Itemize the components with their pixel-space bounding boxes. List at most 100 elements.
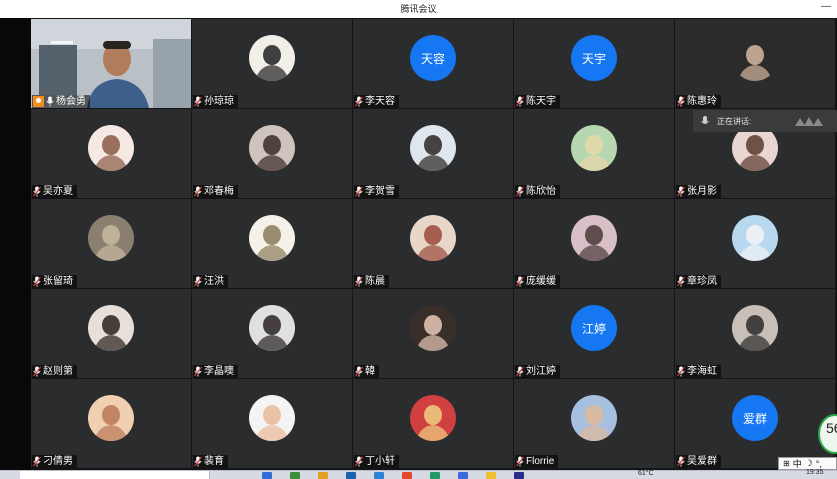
- participant-tile[interactable]: 天宇陈天宇: [514, 19, 674, 108]
- mic-muted-icon: [677, 276, 685, 287]
- avatar: 江婷: [571, 305, 617, 351]
- mic-muted-icon: [194, 276, 202, 287]
- avatar: 爱群: [732, 395, 778, 441]
- participant-tile[interactable]: 陈惠玲: [675, 19, 835, 108]
- participant-tile[interactable]: 汪洪: [192, 199, 352, 288]
- participant-name-label: 陈欣怡: [515, 185, 560, 198]
- participant-name-label: 刘江婷: [515, 365, 560, 378]
- avatar: [88, 125, 134, 171]
- mic-muted-icon: [194, 186, 202, 197]
- mic-icon: [46, 96, 54, 107]
- participant-tile[interactable]: 陈晨: [353, 199, 513, 288]
- taskbar-app-icon[interactable]: [430, 472, 440, 479]
- participant-name-label: 汪洪: [193, 275, 228, 288]
- participant-name: 章珍凤: [687, 276, 717, 287]
- avatar: [88, 215, 134, 261]
- mic-muted-icon: [355, 456, 363, 467]
- participant-tile[interactable]: 李晶噢: [192, 289, 352, 378]
- mic-muted-icon: [33, 276, 41, 287]
- taskbar-app-icon[interactable]: [262, 472, 272, 479]
- participant-tile[interactable]: 丁小轩: [353, 379, 513, 468]
- participant-tile[interactable]: Florrie: [514, 379, 674, 468]
- participant-name-label: 杨会勇: [32, 95, 90, 108]
- participant-name-label: 韓: [354, 365, 379, 378]
- avatar: 天容: [410, 35, 456, 81]
- participant-name-label: 吴亦夏: [32, 185, 77, 198]
- avatar: [571, 215, 617, 261]
- participant-name: 陈天宇: [526, 96, 556, 107]
- avatar: 天宇: [571, 35, 617, 81]
- participant-tile[interactable]: 李贺雪: [353, 109, 513, 198]
- punctuation-icon[interactable]: °,: [816, 459, 822, 469]
- mic-muted-icon: [677, 186, 685, 197]
- participant-tile[interactable]: 裴育: [192, 379, 352, 468]
- participant-tile[interactable]: 孙琼琼: [192, 19, 352, 108]
- participant-name: 韓: [365, 366, 375, 377]
- participant-tile[interactable]: 吴亦夏: [31, 109, 191, 198]
- participant-name-label: 张月影: [676, 185, 721, 198]
- participant-grid: 杨会勇 孙琼琼 天容 李天容 天宇 陈天宇 陈惠玲 吴亦夏 邓春梅 李贺雪 陈欣怡 张月影 张留琦 汪洪陈…: [31, 19, 837, 469]
- participant-tile[interactable]: 章珍凤: [675, 199, 835, 288]
- participant-name-label: 张留琦: [32, 275, 77, 288]
- ime-grid-icon[interactable]: ⊞: [783, 459, 790, 468]
- window-title: 腾讯会议: [400, 4, 437, 14]
- avatar: [249, 305, 295, 351]
- mic-muted-icon: [194, 456, 202, 467]
- mic-muted-icon: [516, 366, 524, 377]
- participant-tile[interactable]: 邓春梅: [192, 109, 352, 198]
- timer-value: 56: [826, 420, 837, 436]
- participant-name: 丁小轩: [365, 456, 395, 467]
- participant-name: 赵则第: [43, 366, 73, 377]
- participant-tile[interactable]: 赵则第: [31, 289, 191, 378]
- avatar: [732, 305, 778, 351]
- taskbar-app-icon[interactable]: [514, 472, 524, 479]
- participant-tile[interactable]: 爱群吴爱群: [675, 379, 835, 468]
- participant-name-label: 陈天宇: [515, 95, 560, 108]
- participant-name: 张月影: [687, 186, 717, 197]
- participant-name-label: 李晶噢: [193, 365, 238, 378]
- participant-name: 邓春梅: [204, 186, 234, 197]
- mic-muted-icon: [355, 186, 363, 197]
- participant-name: 张留琦: [43, 276, 73, 287]
- mic-muted-icon: [516, 186, 524, 197]
- participant-tile[interactable]: 刁倩男: [31, 379, 191, 468]
- mic-muted-icon: [677, 96, 685, 107]
- taskbar-app-icon[interactable]: [458, 472, 468, 479]
- taskbar-app-icon[interactable]: [346, 472, 356, 479]
- taskbar-search-box[interactable]: [20, 471, 210, 479]
- participant-name-label: 赵则第: [32, 365, 77, 378]
- mic-muted-icon: [194, 366, 202, 377]
- title-bar: 腾讯会议 —: [0, 0, 837, 18]
- participant-tile[interactable]: 江婷刘江婷: [514, 289, 674, 378]
- participant-name: 汪洪: [204, 276, 224, 287]
- moon-icon[interactable]: ☽: [805, 458, 813, 469]
- participant-name-label: 裴育: [193, 455, 228, 468]
- taskbar-app-icon[interactable]: [402, 472, 412, 479]
- participant-name-label: 吴爱群: [676, 455, 721, 468]
- participant-tile[interactable]: 张留琦: [31, 199, 191, 288]
- participant-name: 李贺雪: [365, 186, 395, 197]
- taskbar-app-icon[interactable]: [318, 472, 328, 479]
- avatar: [249, 215, 295, 261]
- participant-tile[interactable]: 庞缓缓: [514, 199, 674, 288]
- taskbar-app-icon[interactable]: [486, 472, 496, 479]
- temperature-readout: 61°C: [638, 470, 654, 477]
- ime-mode[interactable]: 中: [793, 457, 802, 470]
- participant-tile[interactable]: 天容 李天容: [353, 19, 513, 108]
- participant-tile[interactable]: 陈欣怡: [514, 109, 674, 198]
- taskbar-app-icon[interactable]: [290, 472, 300, 479]
- speaking-indicator: 正在讲话:: [693, 110, 837, 132]
- mic-muted-icon: [33, 186, 41, 197]
- avatar: [410, 215, 456, 261]
- participant-tile[interactable]: 李海虹: [675, 289, 835, 378]
- participant-name-label: 章珍凤: [676, 275, 721, 288]
- taskbar-app-icon[interactable]: [374, 472, 384, 479]
- taskbar: 61°C 19:35: [0, 469, 837, 479]
- avatar: [249, 395, 295, 441]
- minimize-button[interactable]: —: [819, 1, 833, 15]
- participant-tile[interactable]: 杨会勇: [31, 19, 191, 108]
- mic-icon: [701, 115, 709, 124]
- participant-tile[interactable]: 韓: [353, 289, 513, 378]
- avatar: [410, 395, 456, 441]
- avatar: [410, 125, 456, 171]
